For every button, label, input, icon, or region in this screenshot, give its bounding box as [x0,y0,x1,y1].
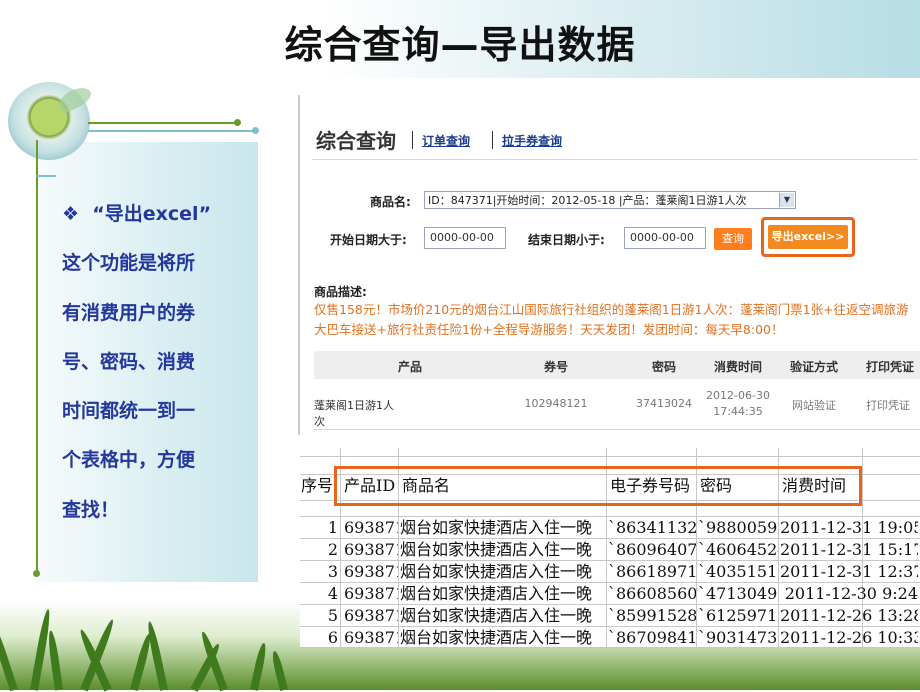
chevron-down-icon: ▼ [779,193,794,207]
sheet-cell-product-name: 烟台如家快捷酒店入住一晚 [400,540,593,559]
sheet-cell-index: 4 [327,584,338,603]
sheet-cell-index: 3 [327,562,338,581]
sheet-cell-time: 2011-12-26 10:33 [780,628,918,647]
sheet-cell-index: 2 [327,540,338,559]
table-cell: 蓬莱阁1日游1人次 [314,399,394,428]
sheet-cell-product-id: 693871 [344,628,398,647]
sheet-cell-coupon: `86341132 [608,518,696,537]
end-date-label: 结束日期小于: [528,233,605,247]
sheet-cell-time: 2011-12-26 13:28 [780,606,918,625]
sheet-cell-index: 5 [327,606,338,625]
sheet-cell-time: 2011-12-31 15:17 [780,540,918,559]
sheet-cell-coupon: `86618971 [608,562,696,581]
sheet-cell-index: 1 [327,518,338,537]
deco-line [88,130,256,132]
sheet-cell-password: `61259710 [698,606,778,625]
sheet-cell-product-id: 693871 [344,562,398,581]
sheet-cell-time: 2011-12-31 12:37 [780,562,918,581]
bullet-text: “导出excel” 这个功能是将所 有消费用户的券 号、密码、消费 时间都统一到… [62,203,212,521]
table-cell: 2012-06-30 [706,389,770,402]
sheet-cell-coupon: `85991528 [608,606,696,625]
col-print: 打印凭证 [865,360,914,374]
description-label: 商品描述: [314,285,367,299]
sheet-cell-product-name: 烟台如家快捷酒店入住一晚 [400,606,593,625]
sheet-cell-coupon: `86709841 [608,628,696,647]
query-title: 综合查询 [316,129,396,153]
sheet-cell-password: `40351515 [698,562,778,581]
start-date-input[interactable]: 0000-00-00 [424,227,506,249]
sheet-cell-coupon: `86608560 [608,584,696,603]
product-select[interactable]: ID：847371|开始时间：2012-05-18 |产品：蓬莱阁1日游1人次 … [424,191,796,209]
sheet-cell-time: 2011-12-31 19:05 [780,518,918,537]
deco-dot [252,127,259,134]
coupon-query-link[interactable]: 拉手券查询 [502,132,562,149]
sheet-cell-password: `90314733 [698,628,778,647]
slide-title: 综合查询—导出数据 [284,23,636,67]
sheet-cell-product-name: 烟台如家快捷酒店入住一晚 [400,518,593,537]
query-screenshot: 综合查询 订单查询 拉手券查询 商品名: ID：847371|开始时间：2012… [300,95,920,435]
table-cell: 17:44:35 [713,405,763,418]
col-product: 产品 [397,360,422,374]
diamond-bullet-icon: ❖ [62,203,80,225]
sheet-cell-product-id: 693871 [344,518,398,537]
order-query-link[interactable]: 订单查询 [422,132,470,149]
sheet-cell-coupon: `86096407 [608,540,696,559]
sheet-cell-product-id: 693871 [344,540,398,559]
sheet-cell-product-name: 烟台如家快捷酒店入住一晚 [400,584,593,603]
query-button[interactable]: 查询 [714,228,752,250]
sheet-cell-password: `46064524 [698,540,778,559]
sheet-cell-product-id: 693871 [344,606,398,625]
col-password: 密码 [651,360,676,374]
sheet-cell-product-name: 烟台如家快捷酒店入住一晚 [400,562,593,581]
sheet-cell-password: `47130497 [698,584,778,603]
deco-dot [33,570,40,577]
sheet-cell-time: 2011-12-30 9:24 [784,584,918,603]
table-cell: 37413024 [636,397,692,410]
deco-line [36,175,56,177]
sheet-cell-product-name: 烟台如家快捷酒店入住一晚 [400,628,593,647]
deco-dot [234,119,241,126]
table-cell: 102948121 [524,397,588,410]
bullet-paragraph: ❖ “导出excel” 这个功能是将所 有消费用户的券 号、密码、消费 时间都统… [62,190,248,535]
sheet-cell-product-id: 693871 [344,584,398,603]
col-time: 消费时间 [713,360,762,374]
col-verify: 验证方式 [789,360,838,374]
sheet-cell-index: 6 [327,628,338,647]
print-link[interactable]: 打印凭证 [854,397,920,413]
col-coupon: 券号 [543,360,568,374]
end-date-input[interactable]: 0000-00-00 [624,227,706,249]
export-excel-button[interactable]: 导出excel>> [768,225,848,249]
sheet-cell-password: `98800597 [698,518,778,537]
table-cell: 网站验证 [792,399,836,412]
description-text: 仅售158元！市场价210元的烟台江山国际旅行社组织的蓬莱阁1日游1人次：蓬莱阁… [314,302,909,337]
product-label: 商品名: [370,195,411,209]
deco-line [36,140,38,576]
start-date-label: 开始日期大于: [330,233,407,247]
export-columns-highlight [334,466,862,506]
deco-line [88,122,238,124]
